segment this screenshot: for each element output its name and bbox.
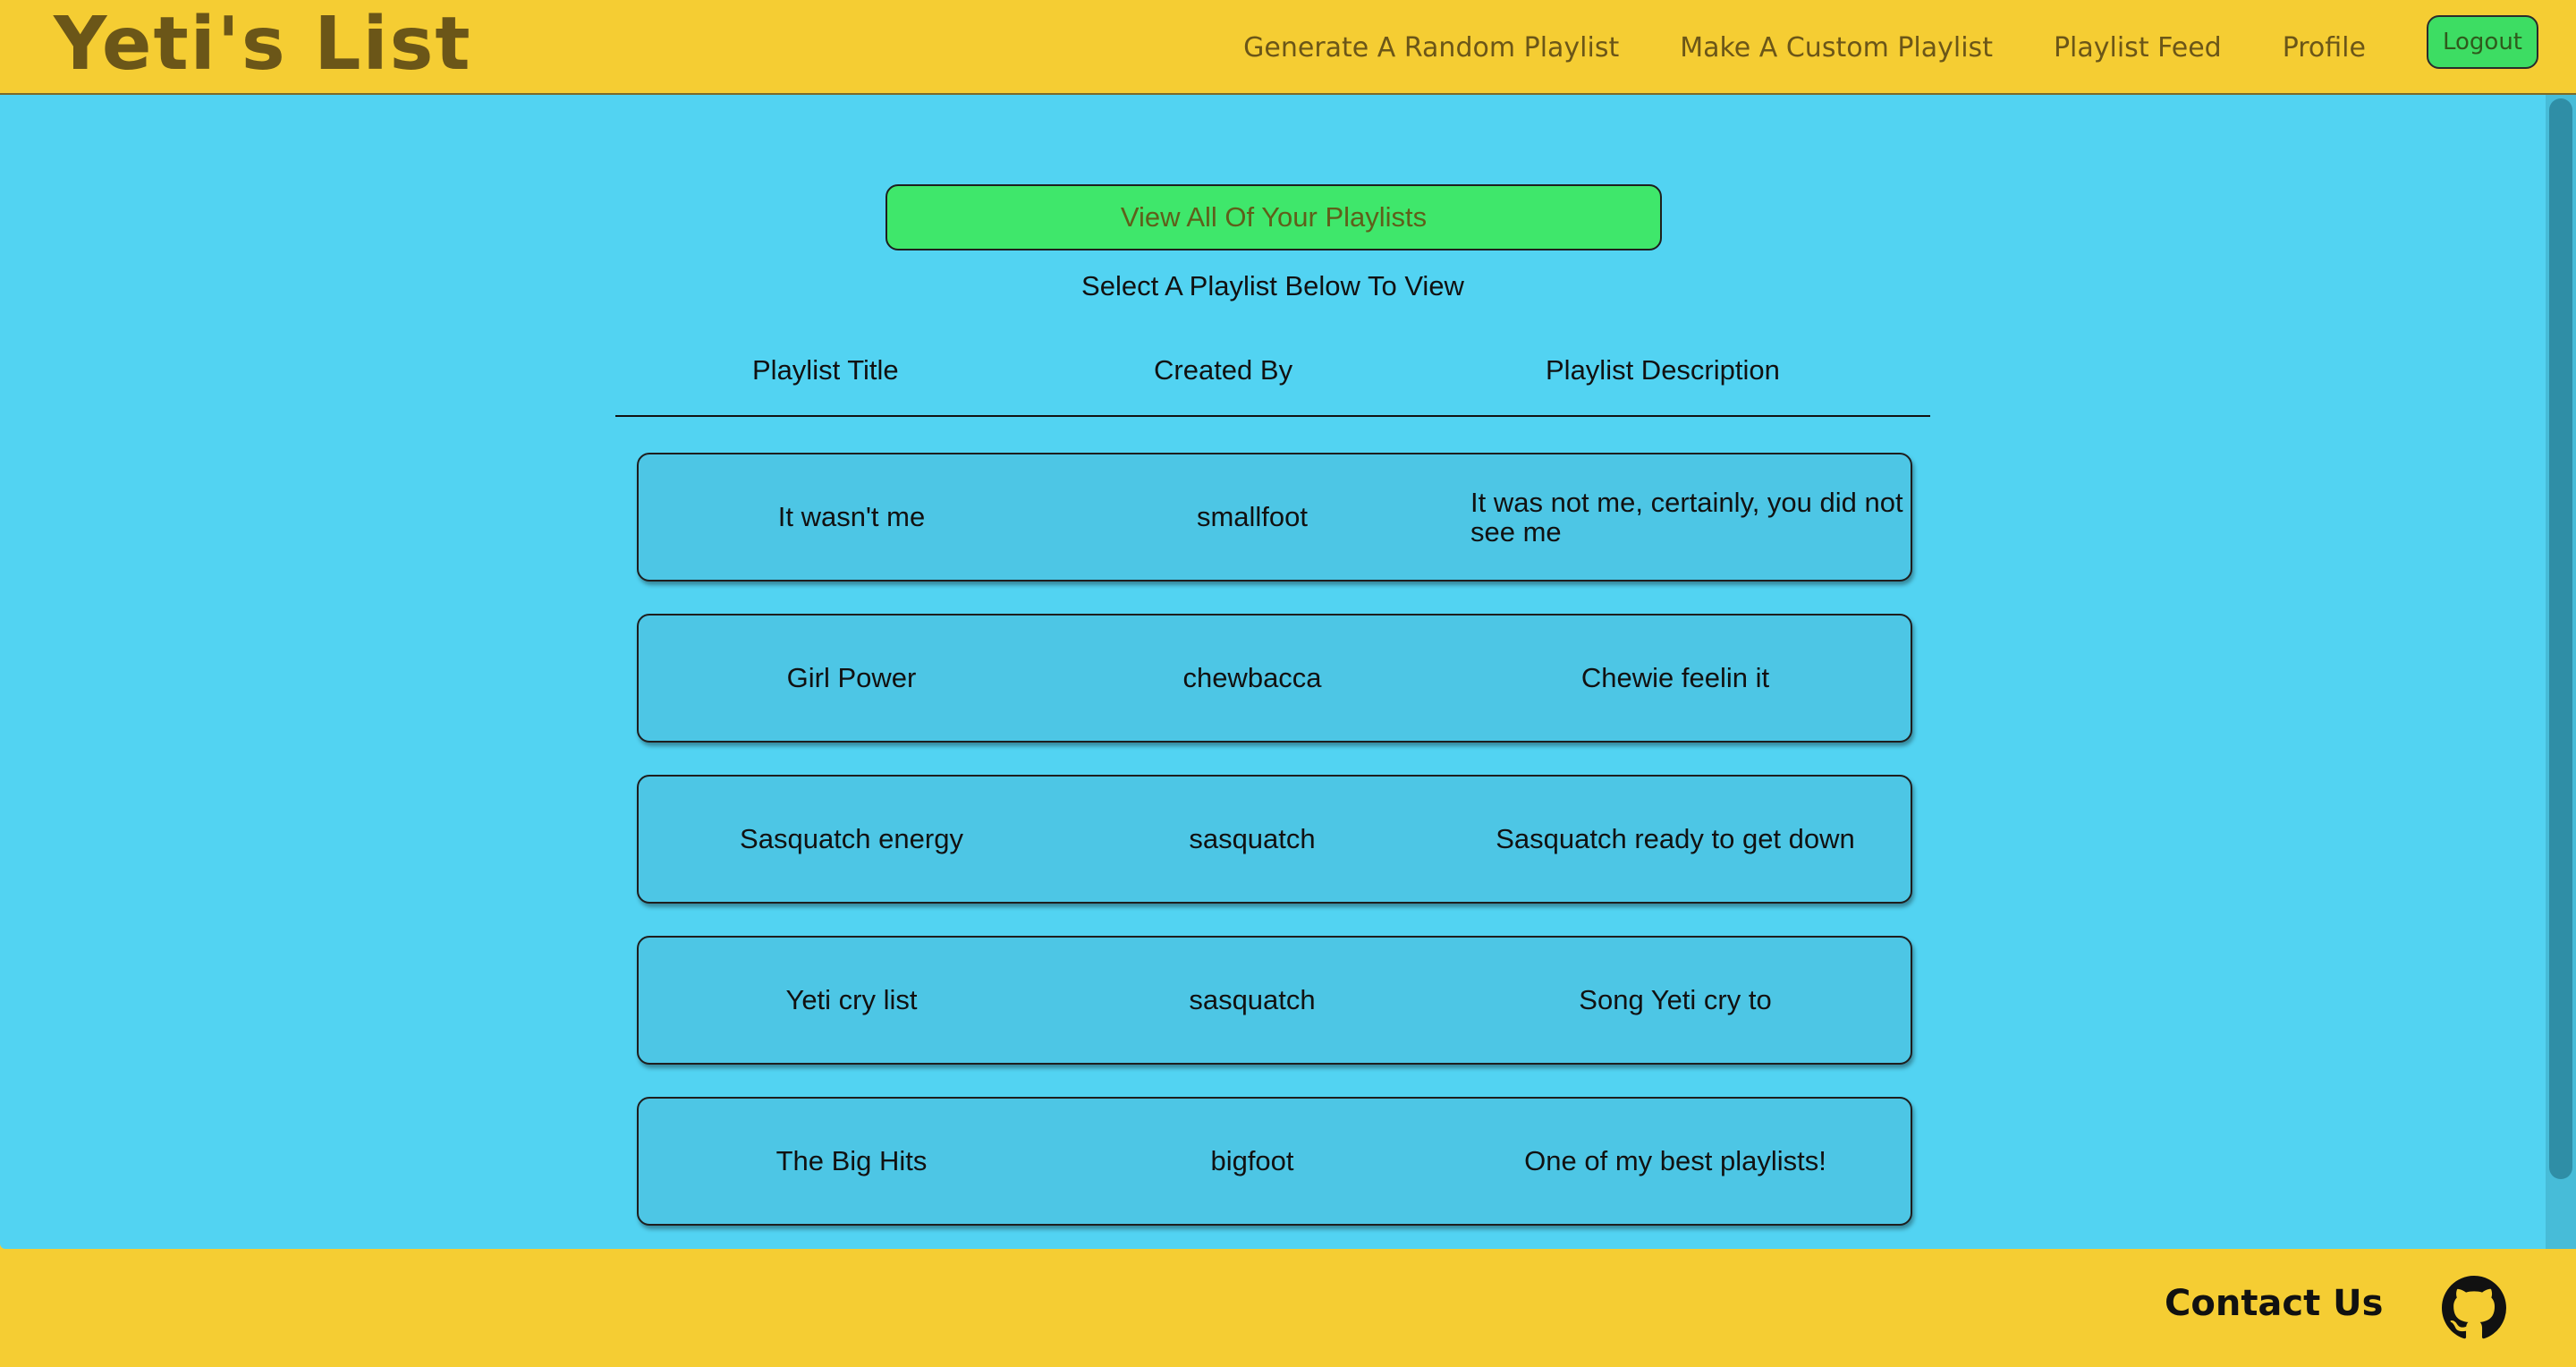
nav-profile[interactable]: Profile [2283, 32, 2366, 64]
scrollbar[interactable] [2546, 95, 2576, 1249]
playlist-description: One of my best playlists! [1524, 1145, 1826, 1176]
playlist-title: The Big Hits [775, 1145, 928, 1176]
scrollbar-thumb[interactable] [2549, 98, 2572, 1179]
playlist-row[interactable]: Girl Power chewbacca Chewie feelin it [637, 614, 1912, 743]
top-navbar: Yeti's List Generate A Random Playlist M… [0, 0, 2576, 95]
playlist-row[interactable]: Yeti cry list sasquatch Song Yeti cry to [637, 936, 1912, 1065]
playlist-title: Sasquatch energy [740, 823, 963, 854]
playlist-title: Yeti cry list [785, 984, 918, 1015]
playlist-description: Sasquatch ready to get down [1496, 823, 1855, 854]
playlist-description: Song Yeti cry to [1579, 984, 1772, 1015]
main-content: View All Of Your Playlists Select A Play… [0, 95, 2576, 1249]
playlist-creator: sasquatch [1189, 823, 1316, 854]
nav-links: Generate A Random Playlist Make A Custom… [1243, 0, 2538, 95]
playlist-row[interactable]: Sasquatch energy sasquatch Sasquatch rea… [637, 775, 1912, 904]
nav-make-custom-playlist[interactable]: Make A Custom Playlist [1680, 32, 1993, 64]
github-icon[interactable] [2442, 1276, 2506, 1340]
playlist-creator: smallfoot [1196, 501, 1309, 532]
page-subtitle: Select A Playlist Below To View [1081, 270, 1464, 301]
playlist-title: Girl Power [786, 662, 917, 693]
column-header-title: Playlist Title [752, 354, 899, 386]
column-header-created-by: Created By [1154, 354, 1293, 386]
playlist-creator: sasquatch [1189, 984, 1316, 1015]
playlist-creator: bigfoot [1210, 1145, 1294, 1176]
column-header-description: Playlist Description [1546, 354, 1780, 386]
playlist-row[interactable]: The Big Hits bigfoot One of my best play… [637, 1097, 1912, 1226]
view-all-playlists-button[interactable]: View All Of Your Playlists [886, 184, 1662, 250]
playlist-table-header: Playlist Title Created By Playlist Descr… [615, 336, 1930, 417]
contact-us-link[interactable]: Contact Us [2165, 1283, 2383, 1324]
playlist-creator: chewbacca [1182, 662, 1322, 693]
nav-generate-random-playlist[interactable]: Generate A Random Playlist [1243, 32, 1619, 64]
footer: Contact Us [0, 1249, 2576, 1367]
playlist-row[interactable]: It wasn't me smallfoot It was not me, ce… [637, 453, 1912, 582]
logout-button[interactable]: Logout [2426, 15, 2538, 69]
playlist-title: It wasn't me [777, 501, 926, 532]
brand-logo-title[interactable]: Yeti's List [54, 0, 472, 95]
playlist-description: Chewie feelin it [1580, 662, 1770, 693]
playlist-description: It was not me, certainly, you did not se… [1470, 487, 1903, 548]
nav-playlist-feed[interactable]: Playlist Feed [2054, 32, 2222, 64]
